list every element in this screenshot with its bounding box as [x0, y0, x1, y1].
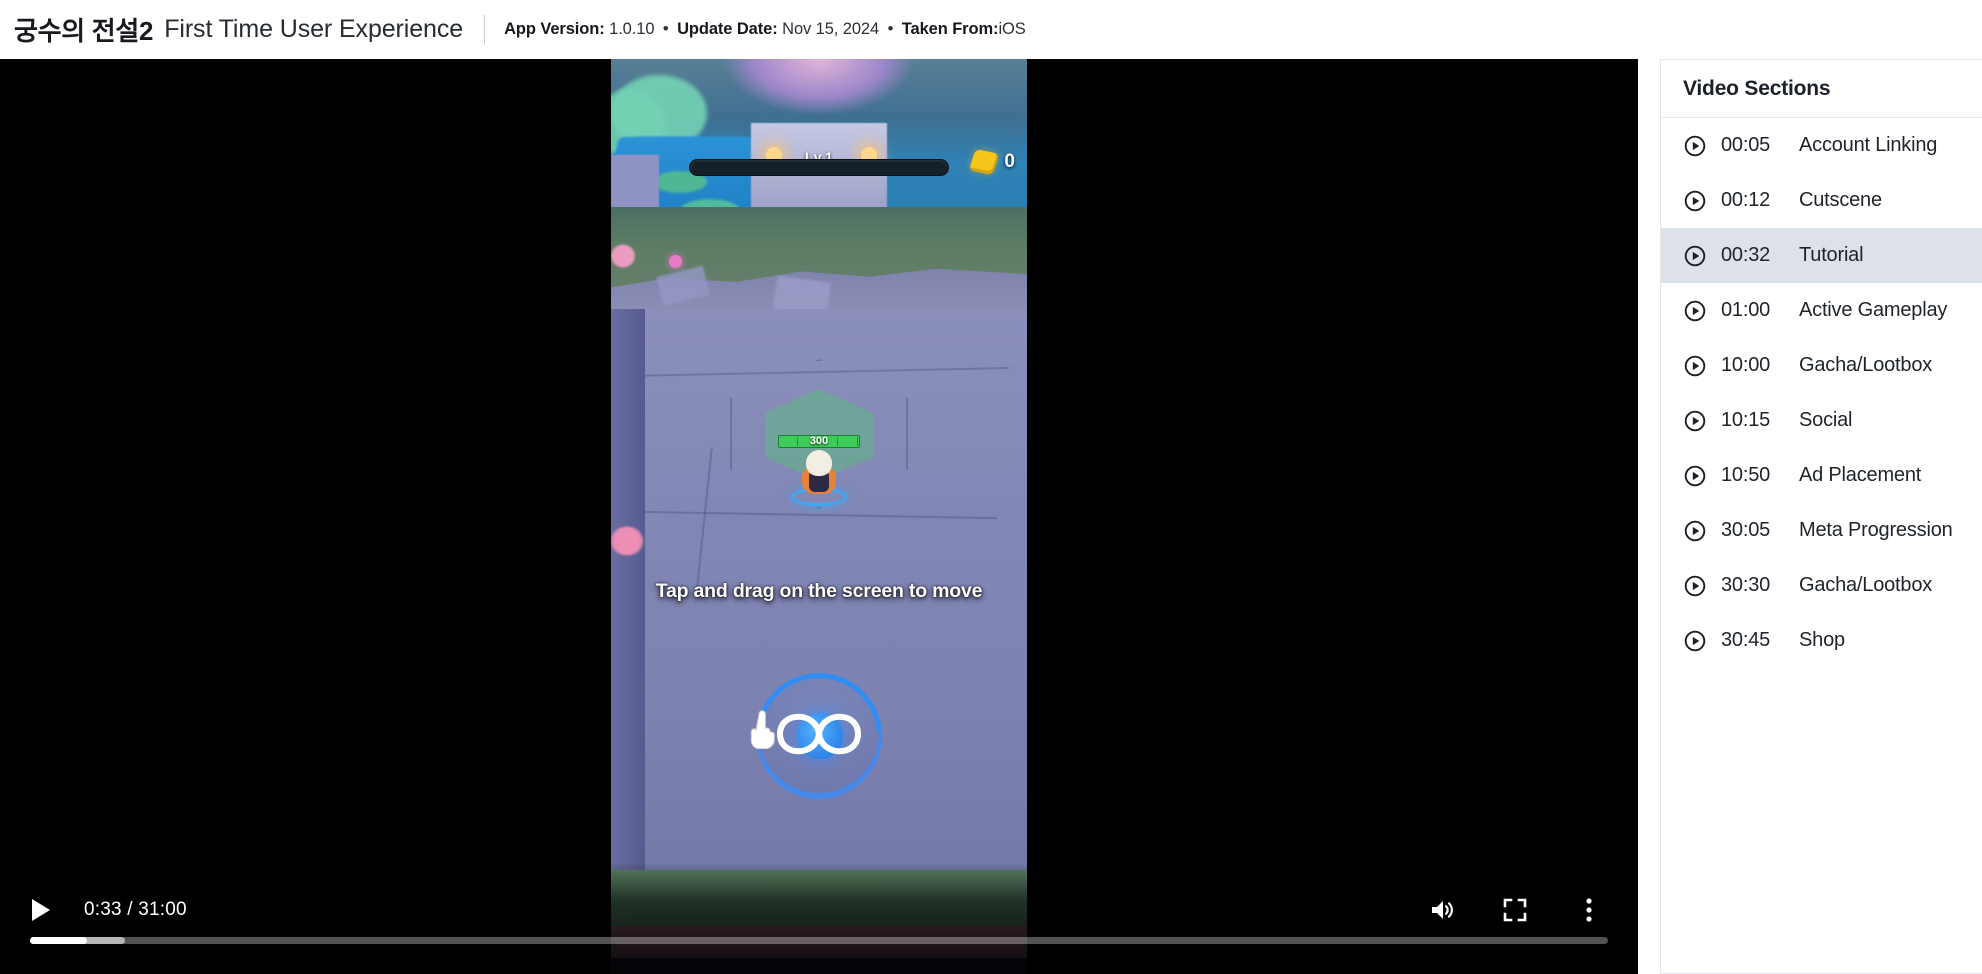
section-timestamp: 30:05: [1721, 519, 1771, 541]
section-timestamp: 00:05: [1721, 134, 1771, 156]
video-sections-panel: Video Sections 00:05 Account Linking 00:12…: [1660, 59, 1982, 974]
app-root: 궁수의 전설2 First Time User Experience App V…: [0, 0, 1982, 974]
section-item[interactable]: 01:00 Active Gameplay: [1661, 283, 1982, 338]
progress-played: [30, 937, 87, 944]
hud-currency-group: 0: [969, 148, 1015, 176]
section-timestamp: 10:15: [1721, 409, 1771, 431]
section-timestamp: 10:50: [1721, 464, 1771, 486]
hero-health-value: 300: [809, 435, 829, 447]
scene-bubble-right-upper: [611, 245, 633, 267]
hero-health-bar: 300: [778, 435, 860, 448]
game-title: 궁수의 전설2: [14, 16, 154, 46]
play-circle-icon: [1683, 464, 1707, 488]
play-circle-icon: [1683, 299, 1707, 323]
video-stage: Lv.1 0 300 Tap and drag on the screen to…: [0, 59, 1638, 974]
section-label: Tutorial: [1799, 244, 1864, 266]
play-button[interactable]: [22, 891, 60, 929]
section-label: Cutscene: [1799, 189, 1882, 211]
play-circle-icon: [1683, 409, 1707, 433]
play-circle-icon: [1683, 189, 1707, 213]
meta-separator-1: •: [662, 20, 669, 38]
taken-from-label: Taken From:: [901, 20, 999, 38]
section-timestamp: 10:00: [1721, 354, 1771, 376]
game-footage: Lv.1 0 300 Tap and drag on the screen to…: [611, 59, 1027, 974]
play-circle-icon: [1683, 519, 1707, 543]
header-divider: [484, 14, 486, 45]
section-item[interactable]: 00:12 Cutscene: [1661, 173, 1982, 228]
play-circle-icon: [1683, 354, 1707, 378]
section-item[interactable]: 10:15 Social: [1661, 393, 1982, 448]
scene-flower: [669, 255, 682, 268]
page-header: 궁수의 전설2 First Time User Experience App V…: [0, 0, 1982, 59]
section-label: Gacha/Lootbox: [1799, 354, 1933, 376]
sidebar-header: Video Sections: [1661, 60, 1982, 118]
hud-level-group: Lv.1: [689, 149, 949, 176]
header-metadata: App Version: 1.0.10 • Update Date: Nov 1…: [504, 20, 1026, 39]
section-item[interactable]: 10:50 Ad Placement: [1661, 448, 1982, 503]
section-label: Active Gameplay: [1799, 299, 1948, 321]
section-label: Ad Placement: [1799, 464, 1922, 486]
section-timestamp: 30:45: [1721, 629, 1771, 651]
video-sections-list[interactable]: 00:05 Account Linking 00:12 Cutscene 00:32 Tu…: [1661, 118, 1982, 973]
section-label: Social: [1799, 409, 1853, 431]
hero-character: 300: [764, 435, 874, 506]
play-circle-icon: [1683, 629, 1707, 653]
hand-cursor-icon: [750, 710, 775, 749]
update-date-value: Nov 15, 2024: [782, 20, 880, 38]
section-timestamp: 00:12: [1721, 189, 1771, 211]
section-item[interactable]: 10:00 Gacha/Lootbox: [1661, 338, 1982, 393]
hud-xp-bar: [689, 159, 949, 176]
progress-scrubber[interactable]: [30, 937, 1608, 944]
app-version-value: 1.0.10: [609, 20, 655, 38]
play-circle-icon: [1683, 244, 1707, 268]
layout-gap: [1638, 59, 1660, 974]
section-label: Shop: [1799, 629, 1845, 651]
fullscreen-button[interactable]: [1492, 887, 1538, 933]
meta-separator-2: •: [887, 20, 894, 38]
coin-icon: [969, 148, 1000, 176]
section-item[interactable]: 00:32 Tutorial: [1661, 228, 1982, 283]
scene-bottom-shadow: [611, 958, 1027, 974]
kebab-menu-icon: [1586, 898, 1592, 922]
video-controls-row: 0:33 / 31:00: [0, 884, 1638, 936]
taken-from-value: iOS: [998, 20, 1026, 38]
play-circle-icon: [1683, 134, 1707, 158]
volume-icon: [1432, 901, 1453, 919]
video-player[interactable]: Lv.1 0 300 Tap and drag on the screen to…: [0, 59, 1638, 974]
hero-sprite: [791, 450, 847, 506]
volume-button[interactable]: [1420, 887, 1466, 933]
section-label: Meta Progression: [1799, 519, 1953, 541]
app-version-label: App Version:: [504, 20, 605, 38]
section-label: Account Linking: [1799, 134, 1938, 156]
section-timestamp: 30:30: [1721, 574, 1771, 596]
section-item[interactable]: 30:45 Shop: [1661, 613, 1982, 668]
page-subtitle: First Time User Experience: [164, 15, 464, 43]
play-icon: [32, 899, 50, 921]
virtual-joystick[interactable]: [730, 647, 908, 825]
page-body: Lv.1 0 300 Tap and drag on the screen to…: [0, 59, 1982, 974]
more-options-button[interactable]: [1566, 887, 1612, 933]
tutorial-caption: Tap and drag on the screen to move: [655, 580, 983, 602]
hero-head: [806, 450, 832, 476]
fullscreen-icon: [1503, 898, 1527, 922]
update-date-label: Update Date:: [677, 20, 778, 38]
sidebar-title: Video Sections: [1683, 76, 1831, 100]
section-item[interactable]: 30:05 Meta Progression: [1661, 503, 1982, 558]
time-display: 0:33 / 31:00: [84, 899, 187, 920]
hud-coin-count: 0: [1004, 151, 1015, 172]
section-item[interactable]: 00:05 Account Linking: [1661, 118, 1982, 173]
section-timestamp: 01:00: [1721, 299, 1771, 321]
section-item[interactable]: 30:30 Gacha/Lootbox: [1661, 558, 1982, 613]
section-label: Gacha/Lootbox: [1799, 574, 1933, 596]
scene-bubble-right-lower: [611, 527, 639, 555]
play-circle-icon: [1683, 574, 1707, 598]
section-timestamp: 00:32: [1721, 244, 1771, 266]
